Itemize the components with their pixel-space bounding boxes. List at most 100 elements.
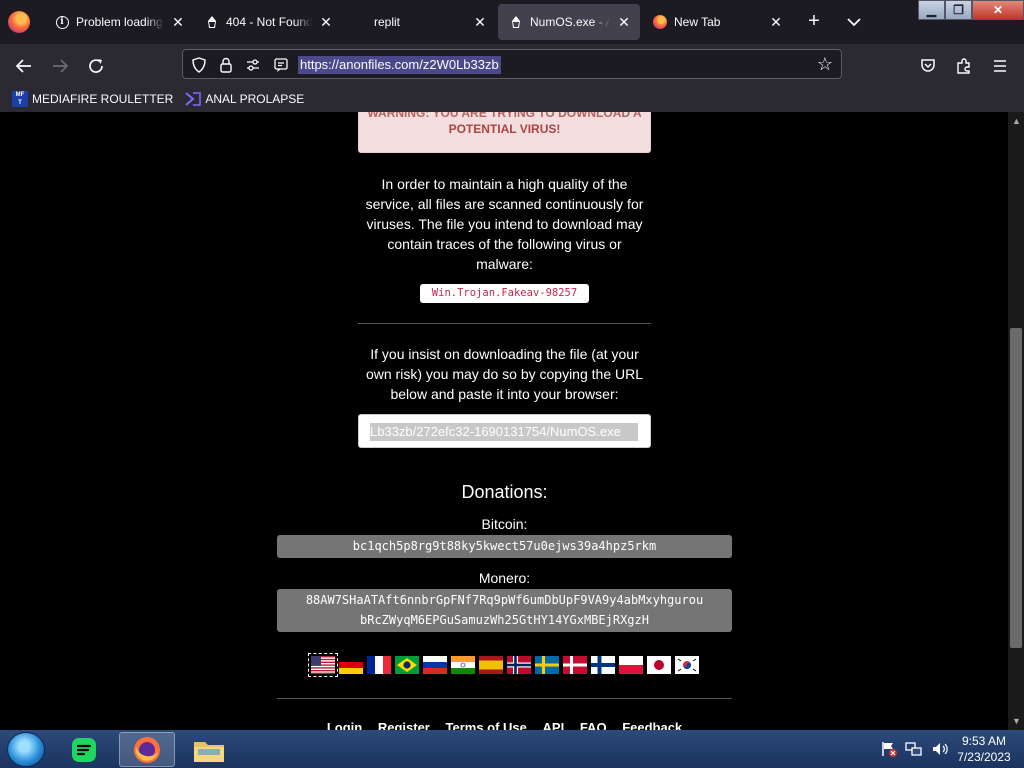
pocket-icon[interactable] <box>914 52 942 80</box>
bookmark-mediafire-rouletter[interactable]: MF T MEDIAFIRE ROULETTER <box>12 91 173 107</box>
flag-es-icon[interactable] <box>479 656 503 674</box>
close-window-button[interactable]: ✕ <box>972 0 1024 20</box>
volume-icon[interactable] <box>930 740 950 758</box>
bookmark-anal-prolapse[interactable]: ANAL PROLAPSE <box>185 91 304 107</box>
flag-fi-icon[interactable] <box>591 656 615 674</box>
url-text[interactable]: https://anonfiles.com/z2W0Lb33zb <box>298 56 501 74</box>
close-tab-icon[interactable]: ✕ <box>616 14 632 30</box>
hacker-icon <box>508 14 524 30</box>
footer-link-terms[interactable]: Terms of Use <box>446 720 527 730</box>
flag-no-icon[interactable] <box>507 656 531 674</box>
tab-label: New Tab <box>674 15 721 29</box>
tab-label: replit <box>374 15 401 29</box>
taskbar-explorer-app[interactable] <box>181 732 237 767</box>
bookmark-label: MEDIAFIRE ROULETTER <box>32 92 174 106</box>
flag-se-icon[interactable] <box>535 656 559 674</box>
page-scrollbar[interactable]: ▲ ▼ <box>1008 112 1024 730</box>
divider <box>358 323 651 324</box>
tab-problem-loading[interactable]: i Problem loading ✕ <box>44 4 194 40</box>
clock-date: 7/23/2023 <box>957 750 1011 764</box>
network-icon[interactable] <box>904 740 924 758</box>
flag-jp-icon[interactable] <box>647 656 671 674</box>
bookmark-logo-icon <box>185 91 202 107</box>
list-tabs-chevron-icon[interactable] <box>842 10 866 34</box>
donations-heading: Donations: <box>461 482 548 502</box>
footer-link-api[interactable]: API <box>543 720 565 730</box>
monero-address-line-1: 88AW7SHaATAft6nnbrGpFNf7Rq9pWf6umDbUpF9V… <box>305 593 704 607</box>
footer-link-login[interactable]: Login <box>327 720 362 730</box>
download-url-value[interactable]: Lb33zb/272efc32-1690131754/NumOS.exe <box>370 423 638 441</box>
footer-link-feedback[interactable]: Feedback <box>622 720 682 730</box>
taskbar-spotify-app[interactable] <box>56 732 112 767</box>
bookmark-label: ANAL PROLAPSE <box>205 92 305 106</box>
start-button[interactable] <box>7 732 45 767</box>
flag-dk-icon[interactable] <box>563 656 587 674</box>
window-controls: ▁ ❐ ✕ <box>918 0 1024 20</box>
navigation-toolbar: https://anonfiles.com/z2W0Lb33zb ☆ <box>0 44 1024 86</box>
reload-button[interactable] <box>82 52 110 80</box>
back-button[interactable] <box>10 52 38 80</box>
tab-label: Problem loading <box>76 15 163 29</box>
warning-line-2: POTENTIAL VIRUS! <box>448 122 561 136</box>
footer-links: Login Register Terms of Use API FAQ Feed… <box>277 720 732 730</box>
info-icon: i <box>54 14 70 30</box>
hamburger-menu-icon[interactable] <box>986 52 1014 80</box>
flag-fr-icon[interactable] <box>367 656 391 674</box>
maximize-button[interactable]: ❐ <box>945 0 972 20</box>
flag-in-icon[interactable] <box>451 656 475 674</box>
bookmark-star-icon[interactable]: ☆ <box>817 54 833 75</box>
tab-replit[interactable]: replit ✕ <box>342 4 496 40</box>
flag-us-icon[interactable] <box>308 653 338 677</box>
tab-numos[interactable]: NumOS.exe - An ✕ <box>498 4 640 40</box>
extensions-icon[interactable] <box>950 52 978 80</box>
firefox-menu-icon[interactable] <box>8 11 30 33</box>
close-tab-icon[interactable]: ✕ <box>170 14 186 30</box>
firefox-icon <box>134 736 160 763</box>
bitcoin-address[interactable]: bc1qch5p8rg9t88ky5kwect57u0ejws39a4hpz5r… <box>277 535 732 558</box>
tab-label: 404 - Not Found <box>226 15 312 29</box>
clock-time: 9:53 AM <box>961 734 1007 748</box>
close-tab-icon[interactable]: ✕ <box>472 14 488 30</box>
monero-label: Monero: <box>478 570 531 586</box>
forward-button[interactable] <box>46 52 74 80</box>
footer-divider <box>277 698 732 699</box>
flag-de-icon[interactable] <box>339 656 363 674</box>
tab-bar: i Problem loading ✕ 404 - Not Found ✕ re… <box>0 0 1024 44</box>
scrollbar-thumb[interactable] <box>1010 328 1022 648</box>
language-flags <box>308 653 701 677</box>
reader-view-icon[interactable] <box>273 57 289 73</box>
folder-icon <box>194 741 224 762</box>
close-tab-icon[interactable]: ✕ <box>318 14 334 30</box>
shield-icon[interactable] <box>191 57 207 73</box>
blank-page-icon <box>352 14 368 30</box>
flag-pl-icon[interactable] <box>619 656 643 674</box>
bitcoin-label: Bitcoin: <box>481 516 528 532</box>
tab-404[interactable]: 404 - Not Found ✕ <box>194 4 342 40</box>
bookmarks-toolbar: MF T MEDIAFIRE ROULETTER ANAL PROLAPSE <box>0 86 1024 112</box>
tab-new-tab[interactable]: New Tab ✕ <box>642 4 792 40</box>
firefox-icon <box>652 14 668 30</box>
lock-icon[interactable] <box>218 57 234 73</box>
close-tab-icon[interactable]: ✕ <box>768 14 784 30</box>
taskbar-firefox-app[interactable] <box>119 732 175 767</box>
scroll-up-arrow-icon[interactable]: ▲ <box>1012 116 1021 126</box>
download-url-field[interactable]: Lb33zb/272efc32-1690131754/NumOS.exe <box>358 414 651 448</box>
download-risk-text: If you insist on downloading the file (a… <box>365 346 643 402</box>
minimize-button[interactable]: ▁ <box>918 0 945 20</box>
address-bar[interactable]: https://anonfiles.com/z2W0Lb33zb ☆ <box>182 49 842 79</box>
flag-kr-icon[interactable] <box>675 656 699 674</box>
permissions-icon[interactable] <box>245 57 261 73</box>
action-center-flag-icon[interactable] <box>880 740 898 758</box>
flag-ru-icon[interactable] <box>423 656 447 674</box>
flag-br-icon[interactable] <box>395 656 419 674</box>
virus-warning-alert: WARNING: YOU ARE TRYING TO DOWNLOAD A PO… <box>358 112 651 153</box>
footer-link-faq[interactable]: FAQ <box>580 720 607 730</box>
mft-icon: MF T <box>12 91 28 107</box>
green-app-icon <box>72 737 96 762</box>
scroll-down-arrow-icon[interactable]: ▼ <box>1012 716 1021 726</box>
new-tab-button[interactable]: + <box>802 10 826 34</box>
monero-address[interactable]: 88AW7SHaATAft6nnbrGpFNf7Rq9pWf6umDbUpF9V… <box>277 589 732 632</box>
scan-notice-text: In order to maintain a high quality of t… <box>365 176 644 272</box>
footer-link-register[interactable]: Register <box>378 720 430 730</box>
taskbar-clock[interactable]: 9:53 AM 7/23/2023 <box>948 733 1020 765</box>
